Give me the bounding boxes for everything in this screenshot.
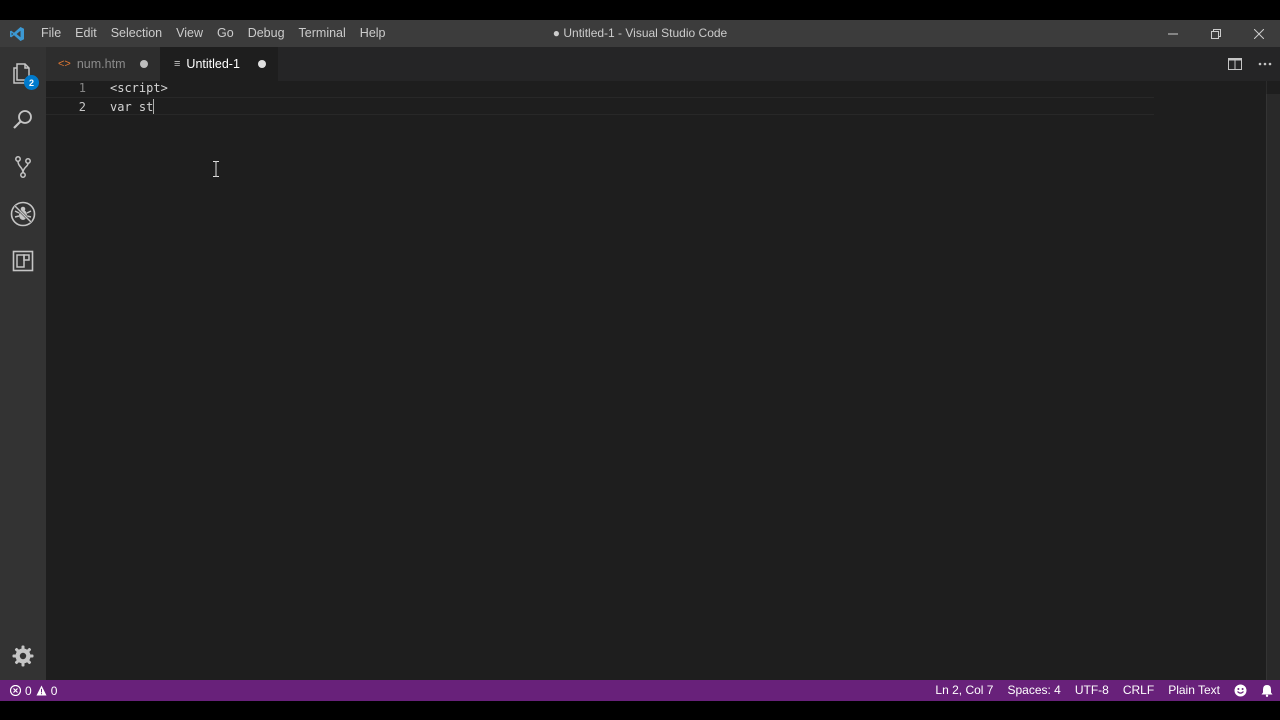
notifications-button[interactable]: [1254, 680, 1280, 701]
menu-edit[interactable]: Edit: [68, 20, 104, 47]
menu-debug[interactable]: Debug: [241, 20, 292, 47]
split-editor-icon: [1228, 58, 1242, 70]
line-text[interactable]: var st: [110, 98, 153, 116]
debug-button[interactable]: [0, 191, 46, 237]
plain-text-file-icon: ≡: [174, 58, 181, 70]
window-controls: [1151, 20, 1280, 47]
warning-count: 0: [50, 683, 58, 698]
menu-view[interactable]: View: [169, 20, 210, 47]
restore-icon: [1210, 28, 1221, 39]
indentation[interactable]: Spaces: 4: [1000, 680, 1067, 701]
unsaved-dot-icon[interactable]: [258, 60, 266, 68]
menu-file[interactable]: File: [34, 20, 68, 47]
editor-actions: [1220, 47, 1280, 81]
tab-num-htm[interactable]: <> num.htm: [46, 47, 160, 81]
close-icon: [1253, 28, 1264, 39]
code-editor[interactable]: 1 <script> 2 var st: [46, 81, 1280, 680]
tab-label: Untitled-1: [186, 57, 240, 71]
bell-icon: [1261, 685, 1273, 697]
explorer-badge: 2: [24, 75, 39, 90]
vscode-window: File Edit Selection View Go Debug Termin…: [0, 20, 1280, 701]
editor-tab-bar: <> num.htm ≡ Untitled-1: [46, 47, 1280, 81]
cursor-position[interactable]: Ln 2, Col 7: [928, 680, 1000, 701]
minimize-button[interactable]: [1151, 20, 1194, 47]
status-right: Ln 2, Col 7 Spaces: 4 UTF-8 CRLF Plain T…: [928, 680, 1280, 701]
source-control-button[interactable]: [0, 144, 46, 190]
warning-icon: [36, 685, 47, 696]
menu-go[interactable]: Go: [210, 20, 241, 47]
error-icon: [10, 685, 21, 696]
ellipsis-icon: [1258, 62, 1272, 66]
tab-label: num.htm: [76, 57, 126, 71]
vertical-scrollbar[interactable]: [1266, 81, 1280, 680]
code-line[interactable]: 1 <script>: [46, 79, 1154, 97]
search-icon: [13, 110, 32, 129]
menu-terminal[interactable]: Terminal: [292, 20, 353, 47]
extensions-icon: [12, 250, 34, 272]
manage-button[interactable]: [0, 633, 46, 679]
unsaved-dot-icon[interactable]: [140, 60, 148, 68]
search-button[interactable]: [0, 97, 46, 143]
title-bar: File Edit Selection View Go Debug Termin…: [0, 20, 1280, 47]
end-of-line[interactable]: CRLF: [1116, 680, 1161, 701]
scrollbar-thumb[interactable]: [1266, 94, 1280, 680]
tab-untitled-1[interactable]: ≡ Untitled-1: [160, 47, 278, 81]
minimize-icon: [1167, 33, 1178, 34]
menu-bar: File Edit Selection View Go Debug Termin…: [34, 20, 393, 47]
restore-button[interactable]: [1194, 20, 1237, 47]
menu-help[interactable]: Help: [353, 20, 393, 47]
mouse-ibeam-cursor-icon: [213, 161, 219, 177]
html-file-icon: <>: [58, 58, 71, 70]
line-number: 2: [78, 100, 86, 114]
code-line-current[interactable]: 2 var st: [46, 97, 1154, 115]
smiley-icon: [1234, 684, 1247, 697]
explorer-button[interactable]: 2: [0, 50, 46, 96]
problems-indicator[interactable]: 0 0: [0, 684, 57, 698]
line-number: 1: [78, 81, 86, 95]
source-control-icon: [15, 156, 31, 178]
error-count: 0: [25, 683, 32, 698]
extensions-button[interactable]: [0, 238, 46, 284]
menu-selection[interactable]: Selection: [104, 20, 169, 47]
activity-bar: 2: [0, 47, 46, 680]
more-actions-button[interactable]: [1250, 47, 1280, 81]
debug-icon: [10, 201, 36, 227]
line-text[interactable]: <script>: [110, 79, 168, 97]
language-mode[interactable]: Plain Text: [1161, 680, 1227, 701]
encoding[interactable]: UTF-8: [1068, 680, 1116, 701]
text-caret: [153, 99, 154, 114]
split-editor-button[interactable]: [1220, 47, 1250, 81]
feedback-button[interactable]: [1227, 680, 1254, 701]
gear-icon: [12, 645, 34, 667]
close-button[interactable]: [1237, 20, 1280, 47]
vscode-logo-icon[interactable]: [0, 20, 34, 47]
status-bar: 0 0 Ln 2, Col 7 Spaces: 4 UTF-8 CRLF Pla…: [0, 680, 1280, 701]
